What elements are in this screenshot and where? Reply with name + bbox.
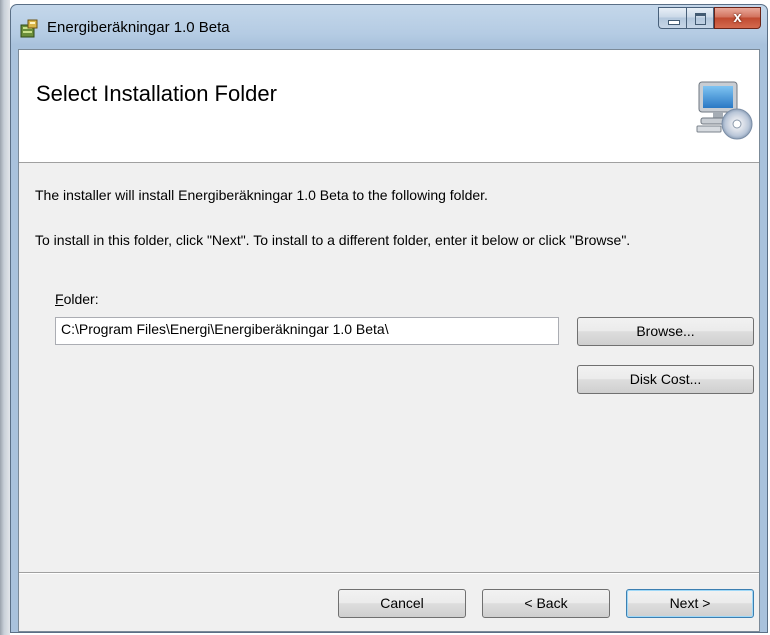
close-icon: x (733, 9, 742, 26)
background-window-edge (0, 0, 10, 635)
browse-button[interactable]: Browse... (577, 317, 754, 346)
install-info-text: The installer will install Energiberäkni… (35, 187, 488, 203)
caption-buttons: x (658, 7, 761, 29)
installer-window: Energiberäkningar 1.0 Beta x Select Inst… (10, 4, 768, 633)
maximize-button[interactable] (686, 7, 714, 29)
window-title: Energiberäkningar 1.0 Beta (47, 19, 230, 36)
maximize-icon (695, 13, 706, 25)
minimize-icon (668, 20, 680, 25)
header-banner: Select Installation Folder (19, 50, 759, 163)
footer-divider-highlight (19, 573, 759, 574)
computer-cd-icon (696, 81, 753, 140)
dialog-client-area: Select Installation Folder The installer… (18, 49, 760, 632)
cancel-button[interactable]: Cancel (338, 589, 466, 618)
installer-app-icon (20, 19, 38, 38)
title-bar[interactable]: Energiberäkningar 1.0 Beta x (11, 5, 767, 49)
folder-label-rest: older: (63, 291, 99, 307)
disk-cost-button[interactable]: Disk Cost... (577, 365, 754, 394)
folder-path-input[interactable]: C:\Program Files\Energi\Energiberäkninga… (55, 317, 559, 345)
page-title: Select Installation Folder (36, 81, 277, 106)
close-button[interactable]: x (714, 7, 761, 29)
folder-label: Folder: (55, 291, 99, 307)
install-instructions-text: To install in this folder, click "Next".… (35, 232, 631, 248)
minimize-button[interactable] (658, 7, 686, 29)
next-button[interactable]: Next > (626, 589, 754, 618)
back-button[interactable]: < Back (482, 589, 610, 618)
folder-label-accelerator: F (55, 291, 64, 307)
